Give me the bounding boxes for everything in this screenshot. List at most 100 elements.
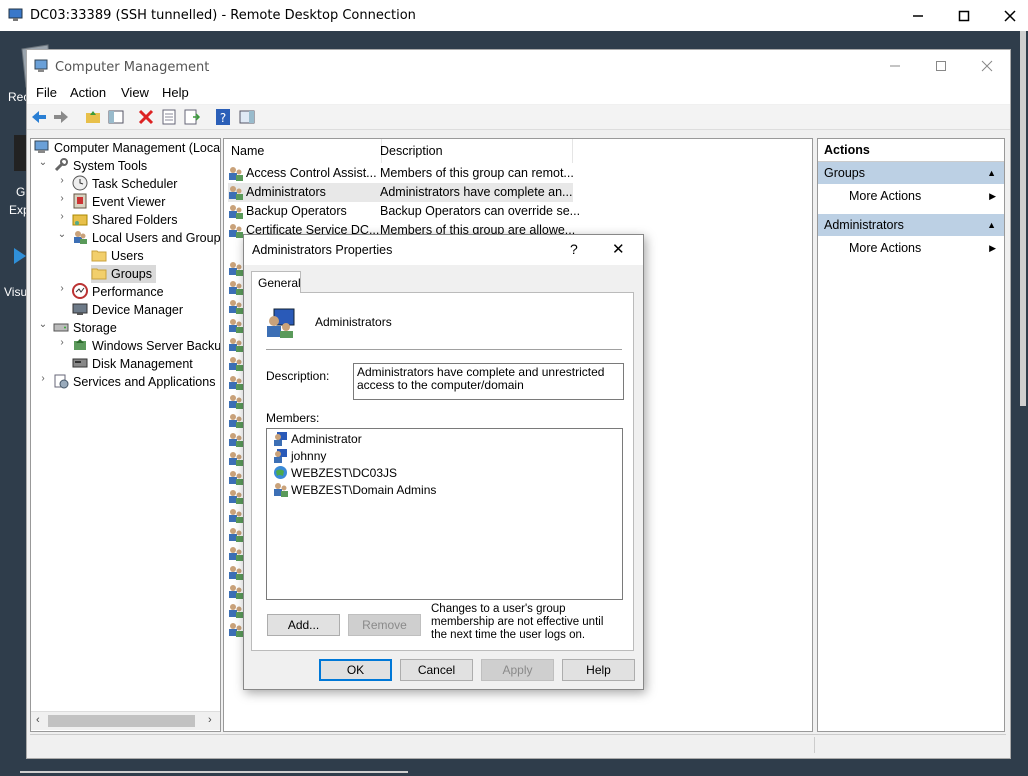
group-icon <box>229 433 243 447</box>
tree-label: Groups <box>111 267 152 281</box>
rdp-minimize-button[interactable] <box>895 0 941 31</box>
forward-arrow-icon[interactable] <box>52 108 70 126</box>
cm-minimize-button[interactable] <box>872 50 918 82</box>
scroll-left-icon[interactable]: ‹ <box>36 714 40 726</box>
group-icon <box>229 338 243 352</box>
tree-node-disk-management[interactable]: Disk Management <box>72 355 193 373</box>
member-item[interactable]: johnny <box>273 448 326 465</box>
cm-maximize-button[interactable] <box>918 50 964 82</box>
group-icon <box>229 509 243 523</box>
tree-label: Event Viewer <box>92 195 166 209</box>
column-header-description[interactable]: Description <box>374 139 573 163</box>
group-name: Access Control Assist... <box>246 166 377 180</box>
member-name: johnny <box>291 449 327 463</box>
group-icon <box>229 167 243 181</box>
group-icon <box>229 566 243 580</box>
group-icon <box>229 490 243 504</box>
tree-node-computer-management[interactable]: Computer Management (Local <box>34 139 220 157</box>
export-list-icon[interactable] <box>183 108 201 126</box>
collapse-chevron-icon[interactable]: › <box>37 373 49 384</box>
add-button[interactable]: Add... <box>267 614 340 636</box>
desktop-scrollbar[interactable] <box>1020 31 1026 406</box>
device-manager-icon <box>72 303 88 315</box>
collapse-chevron-icon[interactable]: › <box>56 211 68 222</box>
group-icon <box>229 528 243 542</box>
delete-icon[interactable] <box>137 108 155 126</box>
scroll-right-icon[interactable]: › <box>208 714 212 726</box>
more-actions-item[interactable]: More Actions ▶ <box>818 236 1004 260</box>
tab-general[interactable]: General <box>251 271 301 293</box>
members-list[interactable]: Administrator johnny WEBZEST\DC03JS WEBZ… <box>266 428 623 600</box>
tree-node-windows-server-backup[interactable]: Windows Server Backup <box>72 337 220 355</box>
tree-node-groups[interactable]: Groups <box>91 265 156 283</box>
tree-node-storage[interactable]: Storage <box>53 319 117 337</box>
collapse-chevron-icon[interactable]: › <box>56 283 68 294</box>
remove-button[interactable]: Remove <box>348 614 421 636</box>
storage-icon <box>53 323 69 332</box>
tree-node-event-viewer[interactable]: Event Viewer <box>72 193 165 211</box>
expand-chevron-icon[interactable]: ⌄ <box>37 157 49 168</box>
menu-help[interactable]: Help <box>162 85 189 100</box>
cm-title-bar: Computer Management <box>27 50 1010 82</box>
tree-node-system-tools[interactable]: System Tools <box>53 157 147 175</box>
services-icon <box>54 374 69 389</box>
show-hide-tree-icon[interactable] <box>107 108 125 126</box>
actions-section-administrators[interactable]: Administrators ▲ <box>818 214 1004 236</box>
tree-horizontal-scrollbar[interactable]: ‹ › <box>31 711 220 730</box>
computer-management-icon <box>34 59 48 72</box>
properties-icon[interactable] <box>160 108 178 126</box>
maximize-icon <box>958 10 970 22</box>
tree-node-users[interactable]: Users <box>91 247 144 265</box>
description-field[interactable]: Administrators have complete and unrestr… <box>353 363 624 400</box>
description-label: Description: <box>266 369 330 383</box>
back-arrow-icon[interactable] <box>30 108 48 126</box>
member-item[interactable]: Administrator <box>273 431 362 448</box>
tree-node-device-manager[interactable]: Device Manager <box>72 301 183 319</box>
svg-text:?: ? <box>220 111 226 125</box>
rdp-maximize-button[interactable] <box>941 0 987 31</box>
tree-node-task-scheduler[interactable]: Task Scheduler <box>72 175 177 193</box>
rdp-close-button[interactable] <box>987 0 1028 31</box>
dialog-close-button[interactable]: ✕ <box>612 240 625 258</box>
collapse-chevron-icon[interactable]: › <box>56 337 68 348</box>
help-button[interactable]: Help <box>562 659 635 681</box>
users-icon <box>74 231 87 244</box>
collapse-up-icon[interactable]: ▲ <box>987 214 996 236</box>
action-pane-icon[interactable] <box>238 108 256 126</box>
menu-action[interactable]: Action <box>70 85 106 100</box>
up-folder-icon[interactable] <box>84 108 102 126</box>
collapse-up-icon[interactable]: ▲ <box>987 162 996 184</box>
group-icon <box>229 319 243 333</box>
menu-view[interactable]: View <box>121 85 149 100</box>
list-row-selected[interactable]: Administrators Administrators have compl… <box>228 183 573 202</box>
help-icon[interactable]: ? <box>214 108 232 126</box>
actions-section-groups[interactable]: Groups ▲ <box>818 162 1004 184</box>
group-icon <box>229 376 243 390</box>
tree-node-local-users-and-groups[interactable]: Local Users and Groups <box>72 229 220 247</box>
menu-file[interactable]: File <box>36 85 57 100</box>
apply-button[interactable]: Apply <box>481 659 554 681</box>
cm-close-button[interactable] <box>964 50 1010 82</box>
shared-folder-icon <box>72 214 88 226</box>
list-row[interactable]: Backup Operators Backup Operators can ov… <box>228 202 580 221</box>
expand-chevron-icon[interactable]: ⌄ <box>37 319 49 330</box>
cancel-button[interactable]: Cancel <box>400 659 473 681</box>
list-row[interactable]: Access Control Assist... Members of this… <box>228 164 574 183</box>
expand-chevron-icon[interactable]: ⌄ <box>56 229 68 240</box>
collapse-chevron-icon[interactable]: › <box>56 175 68 186</box>
member-item[interactable]: WEBZEST\Domain Admins <box>273 482 436 499</box>
minimize-icon <box>913 15 923 17</box>
column-header-name[interactable]: Name <box>224 139 382 163</box>
ok-button[interactable]: OK <box>319 659 392 681</box>
desktop-scrollbar[interactable] <box>20 771 408 773</box>
tree-node-shared-folders[interactable]: Shared Folders <box>72 211 177 229</box>
more-actions-item[interactable]: More Actions ▶ <box>818 184 1004 208</box>
group-description: Backup Operators can override se... <box>380 204 581 218</box>
scrollbar-thumb[interactable] <box>48 715 195 727</box>
member-item[interactable]: WEBZEST\DC03JS <box>273 465 397 482</box>
tree-node-services-and-applications[interactable]: Services and Applications <box>53 373 215 391</box>
group-icon <box>229 585 243 599</box>
collapse-chevron-icon[interactable]: › <box>56 193 68 204</box>
tree-node-performance[interactable]: Performance <box>72 283 164 301</box>
dialog-help-button[interactable]: ? <box>570 241 578 257</box>
